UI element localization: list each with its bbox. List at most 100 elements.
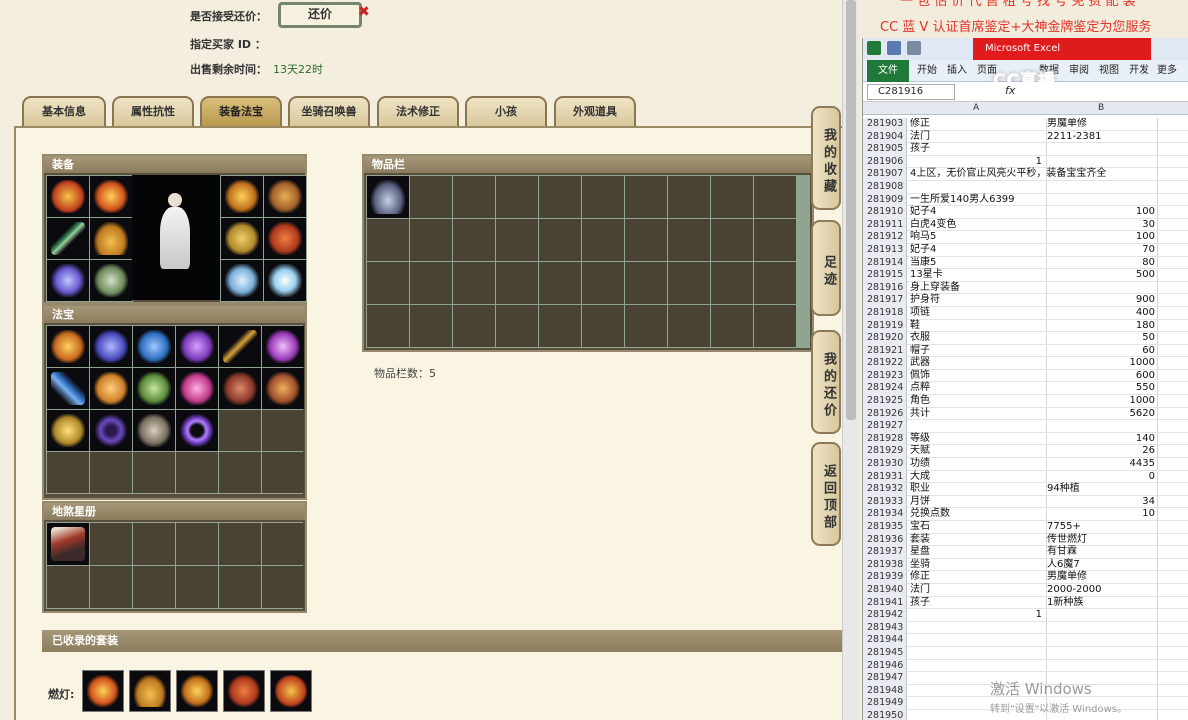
cell-a[interactable]: 身上穿装备 (910, 282, 1048, 295)
inventory-slot-empty[interactable] (711, 262, 753, 304)
cell-b[interactable]: 26 (1047, 445, 1155, 458)
cell-b[interactable]: 60 (1047, 345, 1155, 358)
treasure-slot[interactable] (47, 410, 89, 451)
cell-b[interactable]: 5620 (1047, 408, 1155, 421)
cell-a[interactable]: 一生所爱140男人6399 (910, 194, 1048, 207)
cell-a[interactable]: 孩子 (910, 597, 1048, 610)
treasure-slot[interactable] (219, 326, 261, 367)
cell-b[interactable]: 0 (1047, 471, 1155, 484)
side-tab-footprint[interactable]: 足迹 (811, 220, 841, 316)
row-number[interactable]: 281943 (863, 621, 907, 635)
cell-b[interactable]: 140 (1047, 433, 1155, 446)
treasure-slot-empty[interactable] (262, 452, 304, 493)
row-number[interactable]: 281912 (863, 231, 907, 244)
cell-a[interactable]: 职业 (910, 483, 1048, 496)
name-box[interactable]: C281916 (867, 84, 955, 100)
side-tab-my-counter[interactable]: 我的还价 (811, 330, 841, 434)
tab-spell-correction[interactable]: 法术修正 (377, 96, 459, 126)
star-book-slot-empty[interactable] (262, 523, 304, 565)
cell-b[interactable]: 人6魔7 (1047, 559, 1155, 572)
row-number[interactable]: 281929 (863, 445, 907, 459)
equip-slot[interactable] (47, 218, 89, 259)
treasure-slot-empty[interactable] (133, 452, 175, 493)
inventory-slot-empty[interactable] (754, 219, 796, 261)
inventory-slot-empty[interactable] (410, 176, 452, 218)
equip-slot[interactable] (264, 260, 306, 301)
cell-b[interactable]: 70 (1047, 244, 1155, 257)
row-number[interactable]: 281931 (863, 470, 907, 484)
cell-a[interactable]: 角色 (910, 395, 1048, 408)
inventory-slot-empty[interactable] (582, 262, 624, 304)
star-book-slot-empty[interactable] (219, 523, 261, 565)
row-number[interactable]: 281942 (863, 609, 907, 622)
inventory-slot-empty[interactable] (754, 176, 796, 218)
row-number[interactable]: 281939 (863, 571, 907, 584)
row-number[interactable]: 281922 (863, 357, 907, 370)
cell-b[interactable]: 传世燃灯 (1047, 534, 1155, 547)
inventory-slot-empty[interactable] (711, 305, 753, 347)
inventory-slot-empty[interactable] (496, 305, 538, 347)
row-number[interactable]: 281948 (863, 684, 907, 698)
cell-a[interactable]: 1 (910, 609, 1042, 622)
ribbon-more[interactable]: 更多 (1157, 60, 1177, 82)
treasure-slot[interactable] (176, 368, 218, 409)
cell-a[interactable]: 1 (910, 156, 1042, 169)
cell-b[interactable]: 2211-2381 (1047, 131, 1155, 144)
cell-b[interactable]: 94种植 (1047, 483, 1155, 496)
inventory-slot-empty[interactable] (539, 305, 581, 347)
row-number[interactable]: 281916 (863, 281, 907, 295)
suit-item[interactable] (82, 670, 124, 712)
row-number[interactable]: 281919 (863, 319, 907, 333)
cell-b[interactable]: 600 (1047, 370, 1155, 383)
cell-b[interactable]: 1新种族 (1047, 597, 1155, 610)
inventory-slot-empty[interactable] (496, 176, 538, 218)
inventory-slot-empty[interactable] (539, 176, 581, 218)
cell-a[interactable]: 佩饰 (910, 370, 1048, 383)
column-a-header[interactable]: A (973, 102, 979, 115)
star-book-slot-empty[interactable] (90, 523, 132, 565)
equip-slot[interactable] (221, 218, 263, 259)
row-number[interactable]: 281923 (863, 369, 907, 383)
inventory-slot-empty[interactable] (367, 305, 409, 347)
row-number[interactable]: 281935 (863, 521, 907, 534)
star-book-slot-empty[interactable] (176, 523, 218, 565)
inventory-slot-empty[interactable] (668, 176, 710, 218)
tab-equipment[interactable]: 装备法宝 (200, 96, 282, 126)
cell-b[interactable]: 500 (1047, 269, 1155, 282)
inventory-slot-empty[interactable] (453, 219, 495, 261)
row-number[interactable]: 281936 (863, 533, 907, 547)
cell-b[interactable]: 1000 (1047, 395, 1155, 408)
inventory-slot-empty[interactable] (754, 262, 796, 304)
inventory-slot-empty[interactable] (582, 219, 624, 261)
ribbon-file[interactable]: 文件 (867, 60, 909, 82)
inventory-slot-empty[interactable] (453, 262, 495, 304)
cell-a[interactable]: 护身符 (910, 294, 1048, 307)
scrollbar-thumb[interactable] (846, 0, 856, 420)
row-number[interactable]: 281903 (863, 118, 907, 131)
equip-slot[interactable] (264, 176, 306, 217)
ribbon-review[interactable]: 审阅 (1069, 60, 1089, 82)
row-number[interactable]: 281937 (863, 546, 907, 559)
treasure-slot[interactable] (47, 368, 89, 409)
cell-a[interactable]: 当康5 (910, 257, 1048, 270)
row-number[interactable]: 281910 (863, 206, 907, 219)
suit-item[interactable] (176, 670, 218, 712)
cell-a[interactable]: 天赋 (910, 445, 1048, 458)
row-number[interactable]: 281944 (863, 634, 907, 647)
equip-slot[interactable] (221, 260, 263, 301)
cell-a[interactable]: 共计 (910, 408, 1048, 421)
cell-a[interactable]: 修正 (910, 571, 1048, 584)
star-book-slot-empty[interactable] (133, 523, 175, 565)
page-scrollbar[interactable] (842, 0, 858, 720)
equip-slot[interactable] (90, 218, 132, 259)
inventory-slot-empty[interactable] (668, 219, 710, 261)
row-number[interactable]: 281928 (863, 432, 907, 446)
row-number[interactable]: 281940 (863, 583, 907, 597)
treasure-slot-empty[interactable] (262, 410, 304, 451)
row-number[interactable]: 281917 (863, 294, 907, 307)
cell-b[interactable]: 550 (1047, 382, 1155, 395)
tab-mounts[interactable]: 坐骑召唤兽 (288, 96, 370, 126)
row-number[interactable]: 281950 (863, 709, 907, 720)
cell-a[interactable]: 大成 (910, 471, 1048, 484)
cell-a[interactable]: 坐骑 (910, 559, 1048, 572)
